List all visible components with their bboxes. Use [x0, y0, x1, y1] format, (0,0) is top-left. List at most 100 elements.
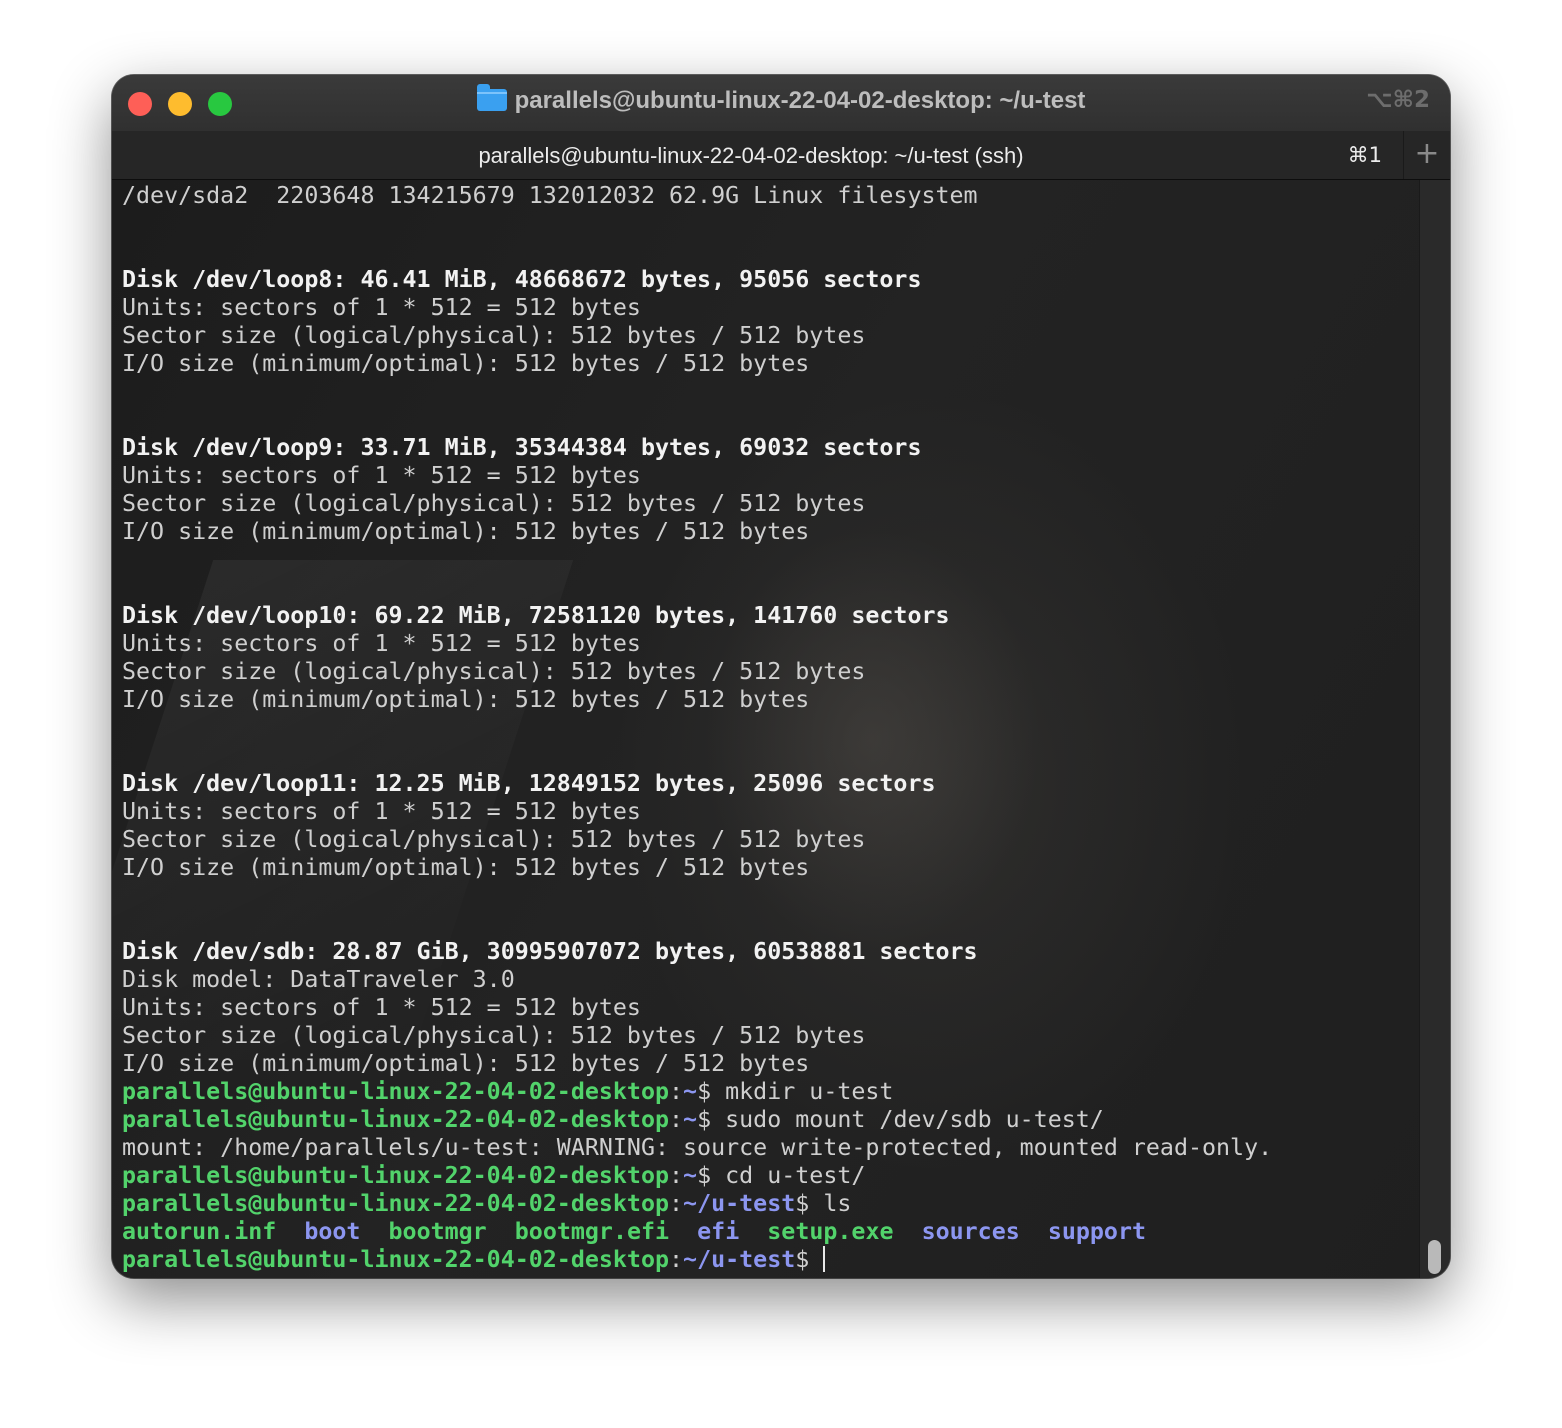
terminal-line: Disk /dev/loop8: 46.41 MiB, 48668672 byt… — [122, 266, 1412, 294]
terminal-line: Units: sectors of 1 * 512 = 512 bytes — [122, 994, 1412, 1022]
terminal-line: Disk /dev/sdb: 28.87 GiB, 30995907072 by… — [122, 938, 1412, 966]
tab-shortcut: ⌘1 — [1347, 143, 1382, 167]
terminal-line: Sector size (logical/physical): 512 byte… — [122, 490, 1412, 518]
prompt-separator: : — [669, 1246, 684, 1273]
command-text: sudo mount /dev/sdb u-test/ — [711, 1106, 1104, 1133]
scrollbar[interactable] — [1419, 180, 1450, 1278]
ls-gap — [1020, 1218, 1048, 1245]
output-text: Sector size (logical/physical): 512 byte… — [122, 322, 866, 349]
ls-output: autorun.inf boot bootmgr bootmgr.efi efi… — [122, 1218, 1412, 1246]
output-text: I/O size (minimum/optimal): 512 bytes / … — [122, 686, 810, 713]
output-text: Sector size (logical/physical): 512 byte… — [122, 490, 866, 517]
output-text: I/O size (minimum/optimal): 512 bytes / … — [122, 350, 810, 377]
window-title: parallels@ubuntu-linux-22-04-02-desktop:… — [112, 84, 1450, 115]
terminal-line: parallels@ubuntu-linux-22-04-02-desktop:… — [122, 1162, 1412, 1190]
terminal-window: parallels@ubuntu-linux-22-04-02-desktop:… — [112, 75, 1450, 1278]
prompt-path: ~ — [683, 1078, 698, 1105]
command-text: cd u-test/ — [711, 1162, 866, 1189]
prompt-path: ~ — [683, 1106, 698, 1133]
terminal-line: Disk /dev/loop10: 69.22 MiB, 72581120 by… — [122, 602, 1412, 630]
terminal-line: Sector size (logical/physical): 512 byte… — [122, 658, 1412, 686]
window-title-text: parallels@ubuntu-linux-22-04-02-desktop:… — [514, 87, 1086, 114]
terminal-line: parallels@ubuntu-linux-22-04-02-desktop:… — [122, 1190, 1412, 1218]
terminal-line: Sector size (logical/physical): 512 byte… — [122, 826, 1412, 854]
terminal-line: mount: /home/parallels/u-test: WARNING: … — [122, 1134, 1412, 1162]
prompt-separator: : — [669, 1106, 684, 1133]
tab-bar: parallels@ubuntu-linux-22-04-02-desktop:… — [112, 131, 1450, 180]
output-text: I/O size (minimum/optimal): 512 bytes / … — [122, 854, 810, 881]
ls-entry: sources — [921, 1218, 1020, 1245]
title-bar[interactable]: parallels@ubuntu-linux-22-04-02-desktop:… — [112, 75, 1450, 131]
terminal-line: Units: sectors of 1 * 512 = 512 bytes — [122, 630, 1412, 658]
command-text: mkdir u-test — [711, 1078, 894, 1105]
terminal-line: I/O size (minimum/optimal): 512 bytes / … — [122, 854, 1412, 882]
output-text: Sector size (logical/physical): 512 byte… — [122, 1022, 866, 1049]
output-text: Units: sectors of 1 * 512 = 512 bytes — [122, 462, 641, 489]
prompt-separator: : — [669, 1162, 684, 1189]
terminal-line: I/O size (minimum/optimal): 512 bytes / … — [122, 518, 1412, 546]
terminal-line: Sector size (logical/physical): 512 byte… — [122, 322, 1412, 350]
output-text: mount: /home/parallels/u-test: WARNING: … — [122, 1134, 1273, 1161]
terminal-output[interactable]: /dev/sda2 2203648 134215679 132012032 62… — [122, 182, 1412, 1274]
ls-entry: efi — [697, 1218, 740, 1245]
ls-gap — [487, 1218, 515, 1245]
tab-ssh-session[interactable]: parallels@ubuntu-linux-22-04-02-desktop:… — [112, 143, 1390, 169]
terminal-line: Disk /dev/loop9: 33.71 MiB, 35344384 byt… — [122, 434, 1412, 462]
terminal-line: parallels@ubuntu-linux-22-04-02-desktop:… — [122, 1106, 1412, 1134]
prompt-symbol: $ — [697, 1078, 712, 1105]
prompt-separator: : — [669, 1078, 684, 1105]
prompt-symbol: $ — [697, 1106, 712, 1133]
ls-entry: autorun.inf — [122, 1218, 277, 1245]
terminal-line: Disk model: DataTraveler 3.0 — [122, 966, 1412, 994]
command-text: ls — [809, 1190, 852, 1217]
window-shortcut: ⌥⌘2 — [1366, 87, 1430, 113]
output-text: Units: sectors of 1 * 512 = 512 bytes — [122, 630, 641, 657]
prompt-path: ~/u-test — [683, 1246, 796, 1273]
ls-gap — [669, 1218, 697, 1245]
prompt-symbol: $ — [697, 1162, 712, 1189]
output-text: I/O size (minimum/optimal): 512 bytes / … — [122, 518, 810, 545]
ls-gap — [360, 1218, 388, 1245]
prompt-user: parallels@ubuntu-linux-22-04-02-desktop — [122, 1078, 670, 1105]
prompt-path: ~ — [683, 1162, 698, 1189]
new-tab-button[interactable]: + — [1403, 131, 1450, 179]
output-text: Units: sectors of 1 * 512 = 512 bytes — [122, 994, 641, 1021]
output-text: Units: sectors of 1 * 512 = 512 bytes — [122, 294, 641, 321]
ls-entry: support — [1047, 1218, 1147, 1245]
ls-entry: boot — [304, 1218, 361, 1245]
scrollbar-thumb[interactable] — [1428, 1240, 1441, 1274]
prompt-symbol: $ — [795, 1246, 824, 1273]
disk-header: Disk /dev/sdb: 28.87 GiB, 30995907072 by… — [122, 938, 978, 965]
prompt-user: parallels@ubuntu-linux-22-04-02-desktop — [122, 1190, 670, 1217]
output-text: /dev/sda2 2203648 134215679 132012032 62… — [122, 182, 978, 209]
terminal-line: parallels@ubuntu-linux-22-04-02-desktop:… — [122, 1078, 1412, 1106]
terminal-line: Units: sectors of 1 * 512 = 512 bytes — [122, 798, 1412, 826]
prompt-user: parallels@ubuntu-linux-22-04-02-desktop — [122, 1162, 670, 1189]
text-cursor — [823, 1246, 826, 1272]
prompt-user: parallels@ubuntu-linux-22-04-02-desktop — [122, 1246, 670, 1273]
terminal-line: I/O size (minimum/optimal): 512 bytes / … — [122, 1050, 1412, 1078]
folder-icon — [476, 84, 507, 111]
output-text: Sector size (logical/physical): 512 byte… — [122, 658, 866, 685]
prompt-symbol: $ — [795, 1190, 810, 1217]
ls-entry: bootmgr — [388, 1218, 487, 1245]
terminal-line: parallels@ubuntu-linux-22-04-02-desktop:… — [122, 1246, 1412, 1274]
output-text: Disk model: DataTraveler 3.0 — [122, 966, 515, 993]
output-text: I/O size (minimum/optimal): 512 bytes / … — [122, 1050, 810, 1077]
ls-gap — [894, 1218, 922, 1245]
prompt-path: ~/u-test — [683, 1190, 796, 1217]
terminal-line: I/O size (minimum/optimal): 512 bytes / … — [122, 686, 1412, 714]
terminal-line: I/O size (minimum/optimal): 512 bytes / … — [122, 350, 1412, 378]
disk-header: Disk /dev/loop10: 69.22 MiB, 72581120 by… — [122, 602, 950, 629]
ls-entry: setup.exe — [767, 1218, 894, 1245]
terminal-content[interactable]: /dev/sda2 2203648 134215679 132012032 62… — [112, 180, 1450, 1278]
